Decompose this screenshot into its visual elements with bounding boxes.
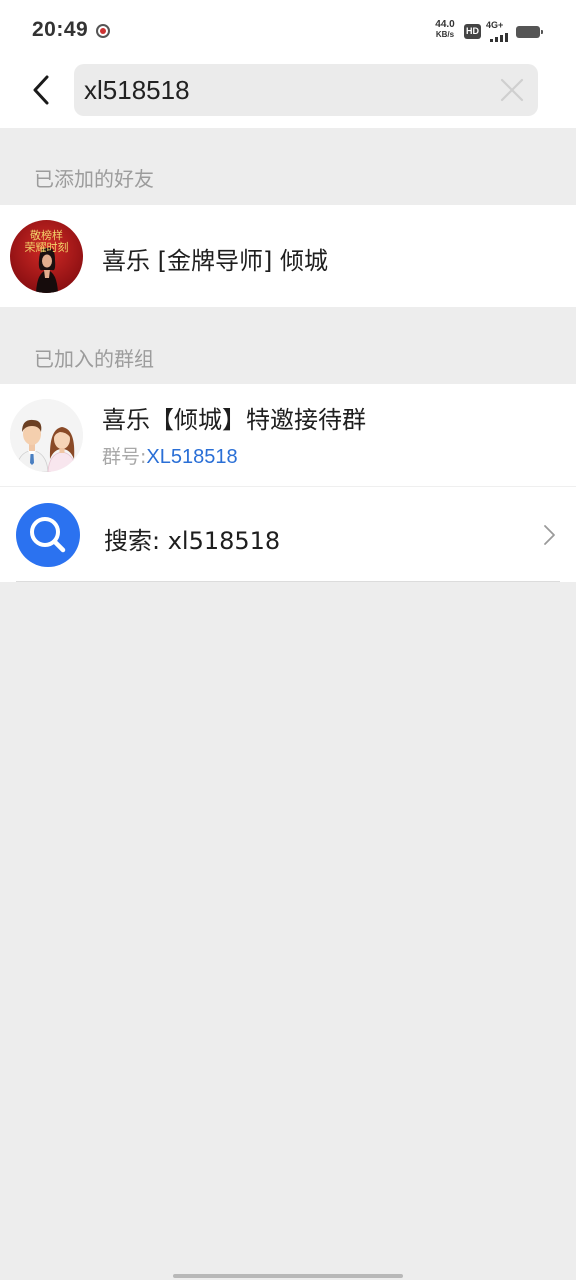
signal-bars	[490, 32, 508, 42]
search-box	[74, 64, 538, 116]
group-name: 喜乐【倾城】特邀接待群	[102, 406, 366, 434]
network-type-label: 4G+	[486, 20, 504, 30]
search-more-row[interactable]: 搜索: xl518518	[0, 487, 576, 582]
hd-badge: HD	[464, 24, 481, 39]
clear-button[interactable]	[498, 76, 526, 104]
network-speed-value: 44.0	[435, 19, 455, 30]
chevron-right-icon	[544, 525, 555, 545]
status-bar: 20:49 44.0 KB/s HD 4G+	[0, 0, 576, 60]
status-time: 20:49	[32, 18, 89, 41]
network-speed-unit: KB/s	[435, 30, 455, 39]
signal-icon: 4G+	[486, 20, 512, 42]
back-button[interactable]	[20, 68, 64, 112]
battery-icon	[516, 26, 543, 38]
friend-avatar: 敬榜样 荣耀时刻	[10, 220, 83, 293]
groups-section-header: 已加入的群组	[0, 307, 576, 384]
group-row[interactable]: 喜乐【倾城】特邀接待群 群号:XL518518	[0, 384, 576, 487]
friend-row[interactable]: 敬榜样 荣耀时刻 喜乐 [金牌导师] 倾城	[0, 205, 576, 307]
search-input[interactable]	[84, 64, 484, 116]
friend-avatar-image: 敬榜样 荣耀时刻	[10, 220, 83, 293]
avatar-text-line2: 荣耀时刻	[25, 240, 69, 254]
search-icon	[30, 517, 66, 553]
search-header	[0, 60, 576, 128]
groups-section-title: 已加入的群组	[34, 347, 154, 371]
search-more-label: 搜索: xl518518	[104, 527, 281, 555]
network-speed: 44.0 KB/s	[428, 19, 462, 40]
search-circle	[16, 503, 80, 567]
group-id-value: XL518518	[146, 446, 238, 468]
close-icon	[500, 78, 524, 102]
avatar-text-line1: 敬榜样	[30, 228, 63, 242]
friends-section-header: 已添加的好友	[0, 128, 576, 205]
group-avatar-image	[10, 399, 83, 472]
group-id-label: 群号:	[102, 446, 147, 468]
friends-section-title: 已添加的好友	[34, 167, 154, 191]
group-avatar	[10, 399, 83, 472]
friend-name: 喜乐 [金牌导师] 倾城	[102, 247, 328, 275]
search-row-divider	[16, 581, 560, 582]
chevron-left-icon	[33, 75, 49, 105]
home-indicator[interactable]	[173, 1274, 403, 1278]
group-id: 群号:XL518518	[102, 442, 238, 469]
notification-avatar-icon	[96, 24, 110, 38]
